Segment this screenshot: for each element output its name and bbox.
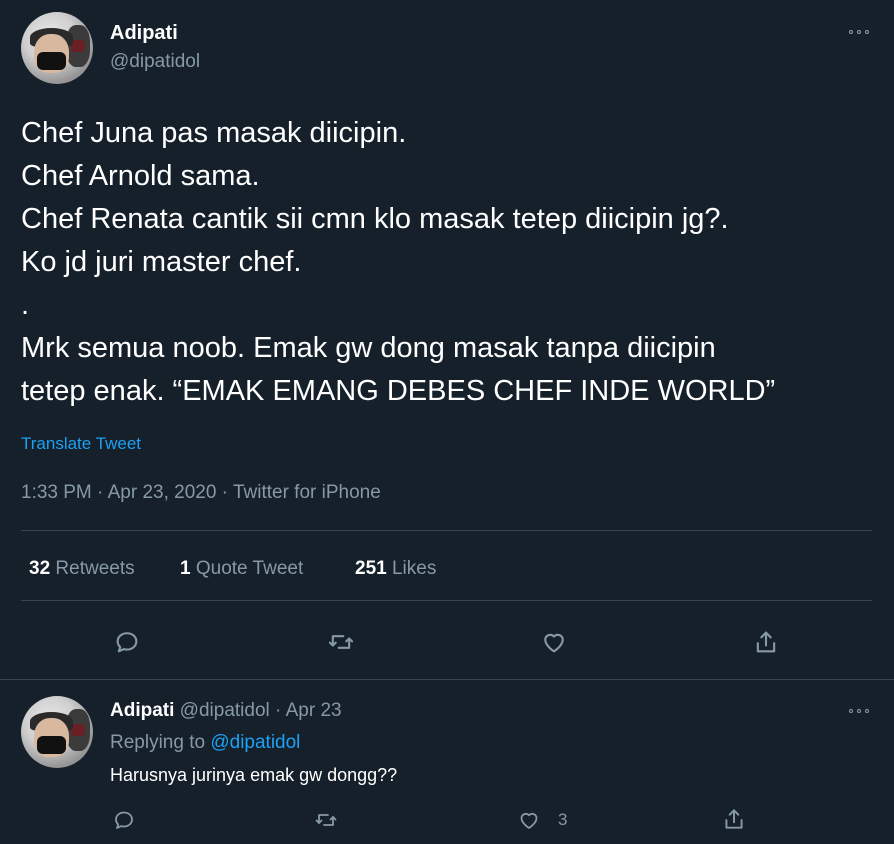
reply-like-count: 3 <box>558 810 568 829</box>
tweet-line: Chef Juna pas masak diicipin. <box>21 117 407 149</box>
tweet-line: . <box>21 289 30 321</box>
separator-dot: · <box>275 700 282 721</box>
replying-to-handle[interactable]: @dipatidol <box>210 732 300 753</box>
tweet-line: Ko jd juri master chef. <box>21 246 302 278</box>
reply-reply-icon[interactable] <box>112 808 136 832</box>
divider <box>21 530 872 531</box>
replying-to: Replying to @dipatidol <box>110 732 300 754</box>
translate-tweet-link[interactable]: Translate Tweet <box>21 434 141 454</box>
likes-stat[interactable]: 251 Likes <box>355 558 436 580</box>
display-name[interactable]: Adipati <box>110 22 178 45</box>
reply-header: Adipati @dipatidol · Apr 23 <box>110 700 342 722</box>
reply-retweet-icon[interactable] <box>314 808 338 832</box>
tweet-line: Chef Arnold sama. <box>21 160 260 192</box>
reply-icon[interactable] <box>113 628 141 656</box>
tweet-line: Mrk semua noob. Emak gw dong masak tanpa… <box>21 332 716 364</box>
reply-text: Harusnya jurinya emak gw dongg?? <box>110 765 398 785</box>
reply-handle[interactable]: @dipatidol <box>180 700 270 721</box>
handle[interactable]: @dipatidol <box>110 51 200 73</box>
reply-display-name[interactable]: Adipati <box>110 700 174 721</box>
quote-tweets-label: Quote Tweet <box>195 558 304 579</box>
likes-count: 251 <box>355 558 387 579</box>
likes-label: Likes <box>391 558 437 579</box>
more-options-icon[interactable] <box>849 29 869 35</box>
reply-date[interactable]: Apr 23 <box>286 700 342 721</box>
timestamp[interactable]: 1:33 PM · Apr 23, 2020 · Twitter for iPh… <box>21 482 381 504</box>
reply-share-icon[interactable] <box>721 806 747 832</box>
replying-to-label: Replying to <box>110 732 206 753</box>
reply-more-options-icon[interactable] <box>849 708 869 714</box>
quote-tweets-stat[interactable]: 1 Quote Tweet <box>180 558 303 580</box>
retweets-count: 32 <box>29 558 51 579</box>
reply-like-icon[interactable] <box>517 808 541 832</box>
share-icon[interactable] <box>752 628 780 656</box>
tweet-line: Chef Renata cantik sii cmn klo masak tet… <box>21 203 729 235</box>
retweets-stat[interactable]: 32 Retweets <box>29 558 135 580</box>
divider <box>0 679 894 680</box>
retweet-icon[interactable] <box>327 628 355 656</box>
reply-avatar[interactable] <box>21 696 93 768</box>
tweet-text: Chef Juna pas masak diicipin. Chef Arnol… <box>21 112 881 413</box>
retweets-label: Retweets <box>55 558 135 579</box>
quote-tweets-count: 1 <box>180 558 191 579</box>
tweet-line: tetep enak. “EMAK EMANG DEBES CHEF INDE … <box>21 375 776 407</box>
divider <box>21 600 872 601</box>
like-icon[interactable] <box>540 628 568 656</box>
avatar[interactable] <box>21 12 93 84</box>
